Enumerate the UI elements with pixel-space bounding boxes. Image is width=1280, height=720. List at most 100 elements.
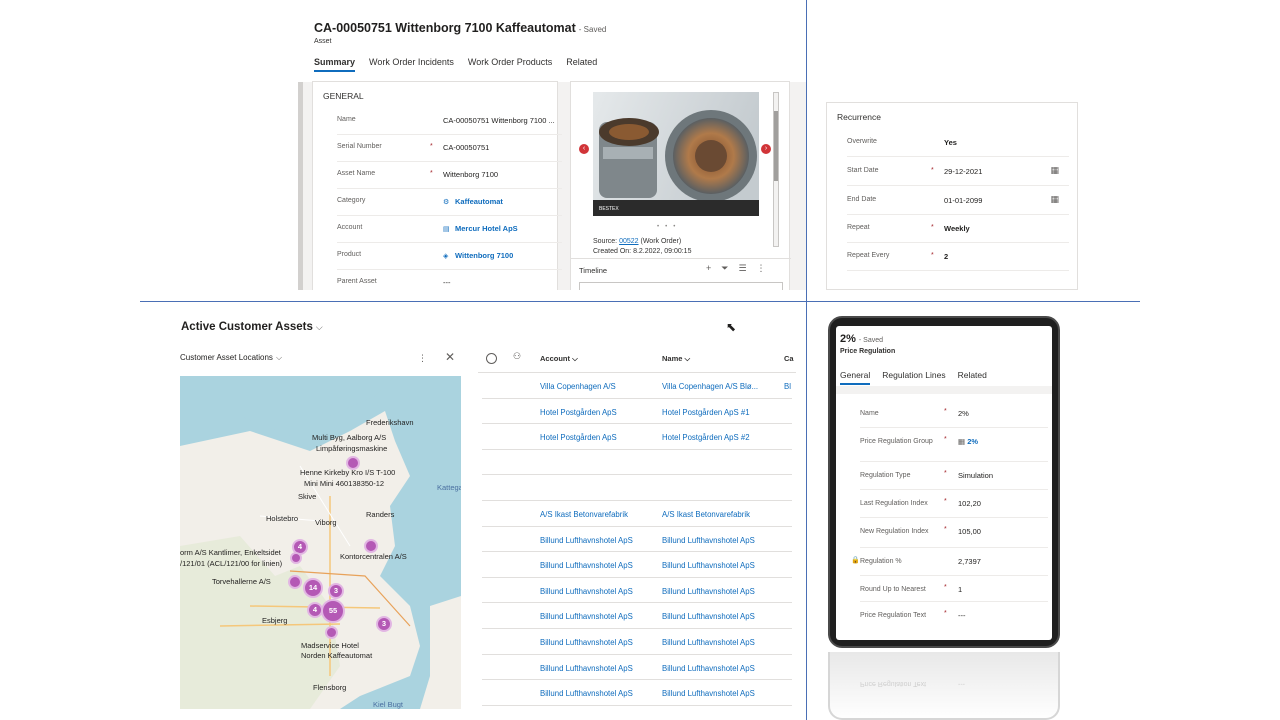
field-repeat[interactable]: Repeat * Weekly: [847, 215, 1069, 243]
tab-related[interactable]: Related: [566, 57, 597, 72]
map-pin[interactable]: [288, 575, 302, 589]
more-icon[interactable]: ⋮: [757, 263, 766, 274]
cell-account[interactable]: Villa Copenhagen A/S: [540, 382, 616, 391]
field-end-date[interactable]: End Date 01-01-2099 ▦: [847, 187, 1069, 215]
cell-name[interactable]: Billund Lufthavnshotel ApS: [662, 536, 755, 545]
list-icon[interactable]: ☰: [738, 263, 746, 274]
column-category[interactable]: Ca: [784, 354, 794, 363]
field-account[interactable]: Account ▤ Mercur Hotel ApS: [337, 216, 562, 243]
table-row[interactable]: [482, 475, 792, 501]
cell-name[interactable]: Billund Lufthavnshotel ApS: [662, 612, 755, 621]
cell-account[interactable]: Billund Lufthavnshotel ApS: [540, 536, 633, 545]
cell-name[interactable]: Hotel Postgården ApS #2: [662, 433, 750, 442]
cell-account[interactable]: Billund Lufthavnshotel ApS: [540, 587, 633, 596]
field-asset-name[interactable]: Asset Name * Wittenborg 7100: [337, 162, 562, 189]
map-title[interactable]: Customer Asset Locations ⌵: [180, 353, 282, 363]
field-start-date[interactable]: Start Date * 29-12-2021 ▦: [847, 158, 1069, 186]
map-pin[interactable]: [364, 539, 378, 553]
field-product[interactable]: Product ◈ Wittenborg 7100: [337, 243, 562, 270]
field-new-regulation-index[interactable]: New Regulation Index * 105,00: [860, 518, 1048, 548]
cell-account[interactable]: Billund Lufthavnshotel ApS: [540, 638, 633, 647]
calendar-icon[interactable]: ▦: [1050, 194, 1059, 205]
field-name[interactable]: Name * 2%: [860, 400, 1048, 428]
cell-account[interactable]: Hotel Postgården ApS: [540, 408, 617, 417]
tab-work-order-incidents[interactable]: Work Order Incidents: [369, 57, 454, 72]
calendar-icon[interactable]: ▦: [1050, 165, 1059, 176]
column-account[interactable]: Account ⌵: [540, 354, 578, 364]
carousel-dots[interactable]: •••: [657, 224, 681, 230]
cell-name[interactable]: Billund Lufthavnshotel ApS: [662, 664, 755, 673]
cell-name[interactable]: Hotel Postgården ApS #1: [662, 408, 750, 417]
map-cluster[interactable]: 3: [376, 616, 392, 632]
table-row[interactable]: Hotel Postgården ApS Hotel Postgården ApS…: [482, 424, 792, 450]
field-price-regulation-group[interactable]: Price Regulation Group * ▦ 2%: [860, 428, 1048, 462]
account-link[interactable]: Mercur Hotel ApS: [455, 224, 518, 233]
add-icon[interactable]: +: [706, 263, 711, 274]
category-link[interactable]: Kaffeautomat: [455, 197, 503, 206]
map-cluster[interactable]: 14: [303, 578, 323, 598]
field-last-regulation-index[interactable]: Last Regulation Index * 102,20: [860, 490, 1048, 518]
asset-map[interactable]: Frederikshavn Multi Byg, Aalborg A/S Lim…: [180, 376, 461, 709]
tab-related[interactable]: Related: [958, 370, 987, 385]
table-row[interactable]: Billund Lufthavnshotel ApS Billund Luftha…: [482, 578, 792, 604]
more-options-icon[interactable]: ⋮: [418, 353, 427, 364]
map-label: Kiel Bugt: [373, 700, 404, 709]
media-scrollbar[interactable]: [773, 92, 779, 247]
cell-account[interactable]: Billund Lufthavnshotel ApS: [540, 689, 633, 698]
work-order-link[interactable]: 00522: [619, 238, 638, 245]
active-customer-assets-title[interactable]: Active Customer Assets ⌵: [181, 321, 323, 333]
table-row[interactable]: [482, 450, 792, 476]
timeline-input[interactable]: [579, 282, 783, 290]
field-parent-asset[interactable]: Parent Asset ---: [337, 270, 562, 290]
filter-icon[interactable]: ⏷: [721, 263, 728, 274]
prev-image-button[interactable]: ‹: [579, 144, 589, 154]
field-round-up-to-nearest[interactable]: Round Up to Nearest * 1: [860, 576, 1048, 602]
coffee-machine-parts-image: BESTEX: [593, 92, 759, 216]
field-category[interactable]: Category ⚙ Kaffeautomat: [337, 189, 562, 216]
tab-summary[interactable]: Summary: [314, 57, 356, 72]
table-row[interactable]: Billund Lufthavnshotel ApS Billund Luftha…: [482, 552, 792, 578]
cell-name[interactable]: Billund Lufthavnshotel ApS: [662, 561, 755, 570]
table-row[interactable]: Hotel Postgården ApS Hotel Postgården ApS…: [482, 399, 792, 425]
table-row[interactable]: Billund Lufthavnshotel ApS Billund Luftha…: [482, 603, 792, 629]
column-name[interactable]: Name ⌵: [662, 354, 690, 364]
next-image-button[interactable]: ›: [761, 144, 771, 154]
table-row[interactable]: Billund Lufthavnshotel ApS Billund Luftha…: [482, 527, 792, 553]
table-row[interactable]: Villa Copenhagen A/S Villa Copenhagen A/S…: [482, 373, 792, 399]
cell-account[interactable]: Billund Lufthavnshotel ApS: [540, 664, 633, 673]
table-row[interactable]: Billund Lufthavnshotel ApS Billund Luftha…: [482, 629, 792, 655]
cell-account[interactable]: Billund Lufthavnshotel ApS: [540, 561, 633, 570]
field-price-regulation-text[interactable]: Price Regulation Text * ---: [860, 602, 1048, 628]
map-cluster[interactable]: 3: [328, 583, 344, 599]
cell-name[interactable]: Villa Copenhagen A/S Blø...: [662, 382, 758, 391]
cell-account[interactable]: A/S Ikast Betonvarefabrik: [540, 510, 628, 519]
map-cluster[interactable]: 55: [321, 599, 345, 623]
hierarchy-icon[interactable]: ⚇: [513, 351, 521, 362]
table-row[interactable]: Billund Lufthavnshotel ApS Billund Luftha…: [482, 680, 792, 706]
cell-name[interactable]: Billund Lufthavnshotel ApS: [662, 587, 755, 596]
close-icon[interactable]: ✕: [445, 350, 455, 364]
price-regulation-group-link[interactable]: 2%: [967, 437, 978, 446]
tab-work-order-products[interactable]: Work Order Products: [468, 57, 552, 72]
field-overwrite[interactable]: Overwrite Yes: [847, 129, 1069, 157]
map-pin[interactable]: [346, 456, 360, 470]
product-link[interactable]: Wittenborg 7100: [455, 251, 513, 260]
tab-regulation-lines[interactable]: Regulation Lines: [882, 370, 945, 385]
field-repeat-every[interactable]: Repeat Every * 2: [847, 243, 1069, 271]
field-regulation-type[interactable]: Regulation Type * Simulation: [860, 462, 1048, 490]
table-row[interactable]: A/S Ikast Betonvarefabrik A/S Ikast Beton…: [482, 501, 792, 527]
cell-account[interactable]: Billund Lufthavnshotel ApS: [540, 612, 633, 621]
asset-photo[interactable]: BESTEX: [593, 92, 759, 216]
cell-name[interactable]: Billund Lufthavnshotel ApS: [662, 638, 755, 647]
field-serial-number[interactable]: Serial Number * CA-00050751: [337, 135, 562, 162]
map-pin[interactable]: [290, 552, 302, 564]
cell-name[interactable]: A/S Ikast Betonvarefabrik: [662, 510, 750, 519]
cell-category[interactable]: Bl: [784, 382, 791, 391]
map-pin[interactable]: [325, 626, 338, 639]
field-name[interactable]: Name CA-00050751 Wittenborg 7100 ...: [337, 108, 562, 135]
select-all-checkbox[interactable]: [486, 353, 497, 364]
cell-account[interactable]: Hotel Postgården ApS: [540, 433, 617, 442]
table-row[interactable]: Billund Lufthavnshotel ApS Billund Luftha…: [482, 655, 792, 681]
tab-general[interactable]: General: [840, 370, 871, 385]
cell-name[interactable]: Billund Lufthavnshotel ApS: [662, 689, 755, 698]
